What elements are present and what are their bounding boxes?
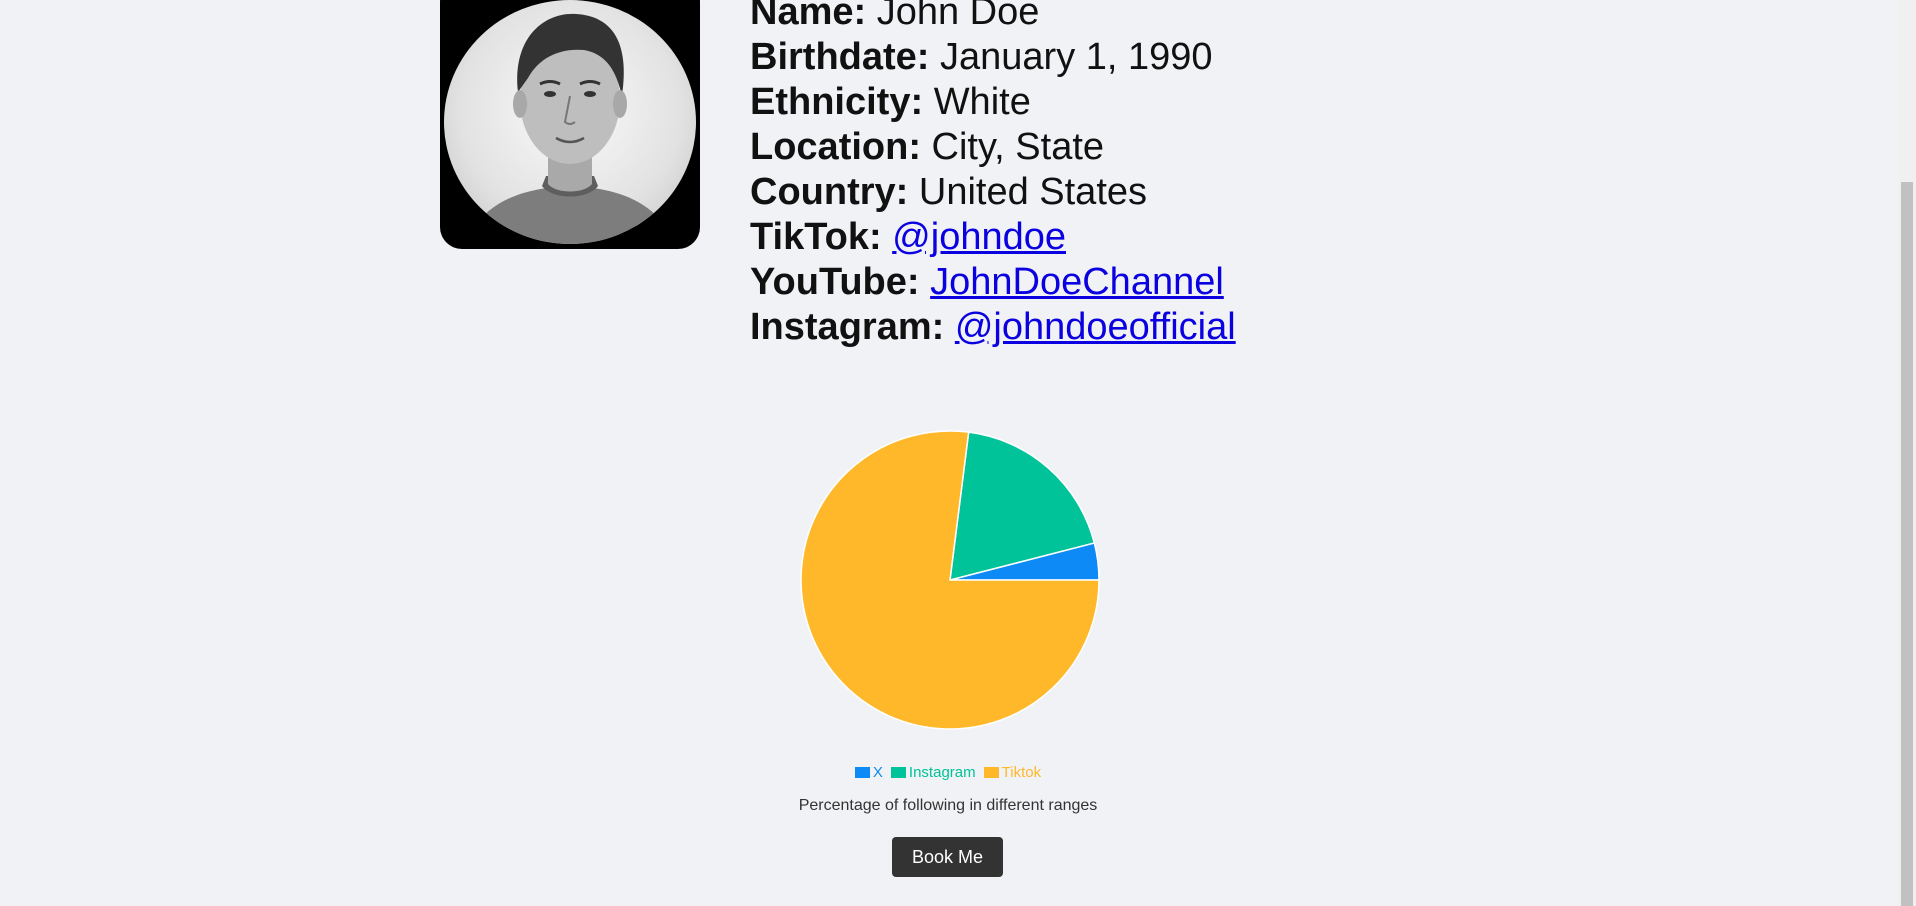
legend-swatch	[890, 767, 906, 778]
scrollbar-thumb[interactable]	[1901, 182, 1913, 906]
avatar-photo	[444, 0, 696, 244]
profile-page: Name: John Doe Birthdate: January 1, 199…	[0, 0, 1898, 906]
instagram-row: Instagram: @johndoeofficial	[750, 305, 1236, 350]
vertical-scrollbar[interactable]	[1898, 0, 1916, 906]
ethnicity-label: Ethnicity:	[750, 81, 924, 123]
youtube-label: YouTube:	[750, 261, 920, 303]
instagram-label: Instagram:	[750, 306, 945, 348]
chart-caption: Percentage of following in different ran…	[798, 797, 1098, 814]
name-label: Name:	[750, 0, 867, 33]
ethnicity-row: Ethnicity: White	[750, 80, 1236, 125]
legend-item-instagram[interactable]: Instagram	[890, 764, 976, 781]
legend-swatch	[983, 767, 999, 778]
avatar	[440, 0, 700, 249]
following-pie-chart	[800, 430, 1100, 730]
youtube-row: YouTube: JohnDoeChannel	[750, 260, 1236, 305]
birthdate-row: Birthdate: January 1, 1990	[750, 35, 1236, 80]
tiktok-row: TikTok: @johndoe	[750, 215, 1236, 260]
ethnicity-value: White	[933, 81, 1031, 123]
country-row: Country: United States	[750, 170, 1236, 215]
portrait-illustration	[464, 13, 676, 244]
tiktok-link[interactable]: @johndoe	[892, 216, 1066, 258]
instagram-link[interactable]: @johndoeofficial	[955, 306, 1236, 348]
legend-item-tiktok[interactable]: Tiktok	[983, 764, 1042, 781]
location-label: Location:	[750, 126, 921, 168]
youtube-link[interactable]: JohnDoeChannel	[930, 261, 1224, 303]
name-row: Name: John Doe	[750, 0, 1236, 35]
country-value: United States	[918, 171, 1148, 213]
book-me-button[interactable]: Book Me	[892, 837, 1003, 877]
country-label: Country:	[750, 171, 909, 213]
birthdate-value: January 1, 1990	[940, 36, 1213, 78]
legend-item-x[interactable]: X	[854, 764, 883, 781]
location-row: Location: City, State	[750, 125, 1236, 170]
legend-label: Tiktok	[1001, 764, 1042, 781]
birthdate-label: Birthdate:	[750, 36, 930, 78]
tiktok-label: TikTok:	[750, 216, 882, 258]
profile-details: Name: John Doe Birthdate: January 1, 199…	[750, 0, 1236, 350]
chart-legend: X Instagram Tiktok	[0, 764, 1896, 781]
legend-swatch	[854, 767, 870, 778]
location-value: City, State	[931, 126, 1105, 168]
name-value: John Doe	[876, 0, 1040, 33]
legend-label: X	[872, 764, 883, 781]
legend-label: Instagram	[908, 764, 976, 781]
